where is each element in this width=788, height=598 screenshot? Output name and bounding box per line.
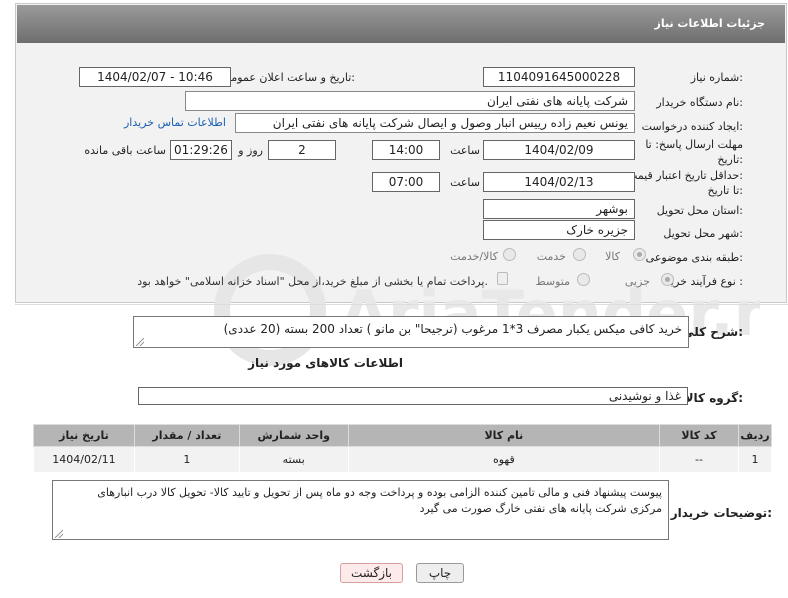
process-label: نوع فرآیند خرید : [665, 275, 743, 288]
price-validity-line2: تا تاریخ: [707, 184, 743, 197]
cell-qty: 1 [133, 446, 240, 473]
description-value: خرید کافی میکس یکبار مصرف 3*1 مرغوب (ترج… [223, 322, 682, 336]
buyer-notes-line2: مرکزی شرکت پایانه های نفتی خارگ صورت می … [419, 502, 662, 515]
col-row: ردیف [737, 424, 773, 447]
process-radio-medium[interactable] [577, 273, 590, 286]
need-number-label: شماره نیاز: [690, 71, 743, 84]
col-code: کد کالا [659, 424, 739, 447]
goods-group-label: گروه کالا: [684, 391, 743, 405]
remaining-time-field: 01:29:26 [170, 140, 232, 160]
buyer-notes-line1: پیوست پیشنهاد فنی و مالی تامین کننده الز… [97, 486, 662, 499]
panel-header: جزئیات اطلاعات نیاز [17, 5, 785, 43]
days-remaining-field: 2 [268, 140, 336, 160]
cell-row: 1 [737, 446, 773, 473]
city-field: جزیره خارک [483, 220, 635, 240]
deadline-label-line2: تاریخ: [717, 153, 743, 166]
panel-title: جزئیات اطلاعات نیاز [654, 17, 766, 30]
announce-label: تاریخ و ساعت اعلان عمومی: [222, 71, 355, 84]
price-validity-label: حداقل تاریخ اعتبار قیمت: تا تاریخ: [627, 168, 743, 198]
goods-table: تاریخ نیاز تعداد / مقدار واحد شمارش نام … [33, 424, 773, 473]
cell-name: قهوه [347, 446, 661, 473]
cell-unit: بسته [238, 446, 349, 473]
col-date: تاریخ نیاز [33, 424, 135, 447]
buyer-contact-link[interactable]: اطلاعات تماس خریدار [124, 116, 226, 129]
price-validity-date-field: 1404/02/13 [483, 172, 635, 192]
requester-label: ایجاد کننده درخواست: [641, 120, 743, 133]
table-header-row: تاریخ نیاز تعداد / مقدار واحد شمارش نام … [33, 424, 773, 447]
buyer-notes-text: پیوست پیشنهاد فنی و مالی تامین کننده الز… [52, 480, 669, 540]
need-number-field: 1104091645000228 [483, 67, 635, 87]
treasury-payment-checkbox[interactable] [497, 272, 508, 285]
cell-code: -- [659, 446, 739, 473]
days-label: روز و [238, 144, 263, 157]
col-qty: تعداد / مقدار [133, 424, 240, 447]
province-label: استان محل تحویل: [656, 204, 743, 217]
deadline-label: مهلت ارسال پاسخ: تا تاریخ: [645, 137, 743, 167]
divider [15, 304, 788, 305]
remaining-label: ساعت باقی مانده [84, 144, 166, 157]
city-label: شهر محل تحویل: [663, 227, 743, 240]
buyer-org-field: شرکت پایانه های نفتی ایران [185, 91, 635, 111]
col-name: نام کالا [347, 424, 661, 447]
category-radio-goods[interactable] [633, 248, 646, 261]
category-option-goods-service: کالا/خدمت [450, 250, 498, 263]
table-row: 1404/02/11 1 بسته قهوه -- 1 [33, 446, 773, 473]
cell-date: 1404/02/11 [33, 446, 135, 473]
treasury-payment-note: پرداخت تمام یا بخشی از مبلغ خرید،از محل … [137, 275, 488, 288]
process-option-minor: جزیی [624, 275, 650, 288]
deadline-label-line1: مهلت ارسال پاسخ: تا [645, 138, 743, 151]
buyer-notes-label: توضیحات خریدار: [670, 506, 772, 520]
col-unit: واحد شمارش [238, 424, 349, 447]
price-validity-time-field: 07:00 [372, 172, 440, 192]
category-radio-goods-service[interactable] [503, 248, 516, 261]
deadline-time-field: 14:00 [372, 140, 440, 160]
buyer-org-label: نام دستگاه خریدار: [656, 96, 743, 109]
deadline-date-field: 1404/02/09 [483, 140, 635, 160]
goods-info-title: اطلاعات کالاهای مورد نیاز [248, 356, 403, 370]
province-field: بوشهر [483, 199, 635, 219]
category-option-service: خدمت [536, 250, 566, 263]
resize-grip-icon[interactable] [55, 530, 63, 538]
category-radio-service[interactable] [573, 248, 586, 261]
print-button[interactable]: چاپ [416, 563, 464, 583]
category-option-goods: کالا [605, 250, 620, 263]
description-text: خرید کافی میکس یکبار مصرف 3*1 مرغوب (ترج… [133, 316, 689, 348]
deadline-time-label: ساعت [450, 144, 480, 157]
goods-group-field: غذا و نوشیدنی [138, 387, 688, 405]
process-option-medium: متوسط [535, 275, 570, 288]
announce-datetime-field: 1404/02/07 - 10:46 [79, 67, 231, 87]
price-time-label: ساعت [450, 176, 480, 189]
process-radio-minor[interactable] [661, 273, 674, 286]
back-button[interactable]: بازگشت [340, 563, 403, 583]
price-validity-line1: حداقل تاریخ اعتبار قیمت: [627, 169, 743, 182]
requester-field: یونس نعیم زاده رییس انبار وصول و ایصال ش… [235, 113, 635, 133]
resize-grip-icon[interactable] [136, 338, 144, 346]
category-label: طبقه بندی موضوعی: [645, 251, 743, 264]
